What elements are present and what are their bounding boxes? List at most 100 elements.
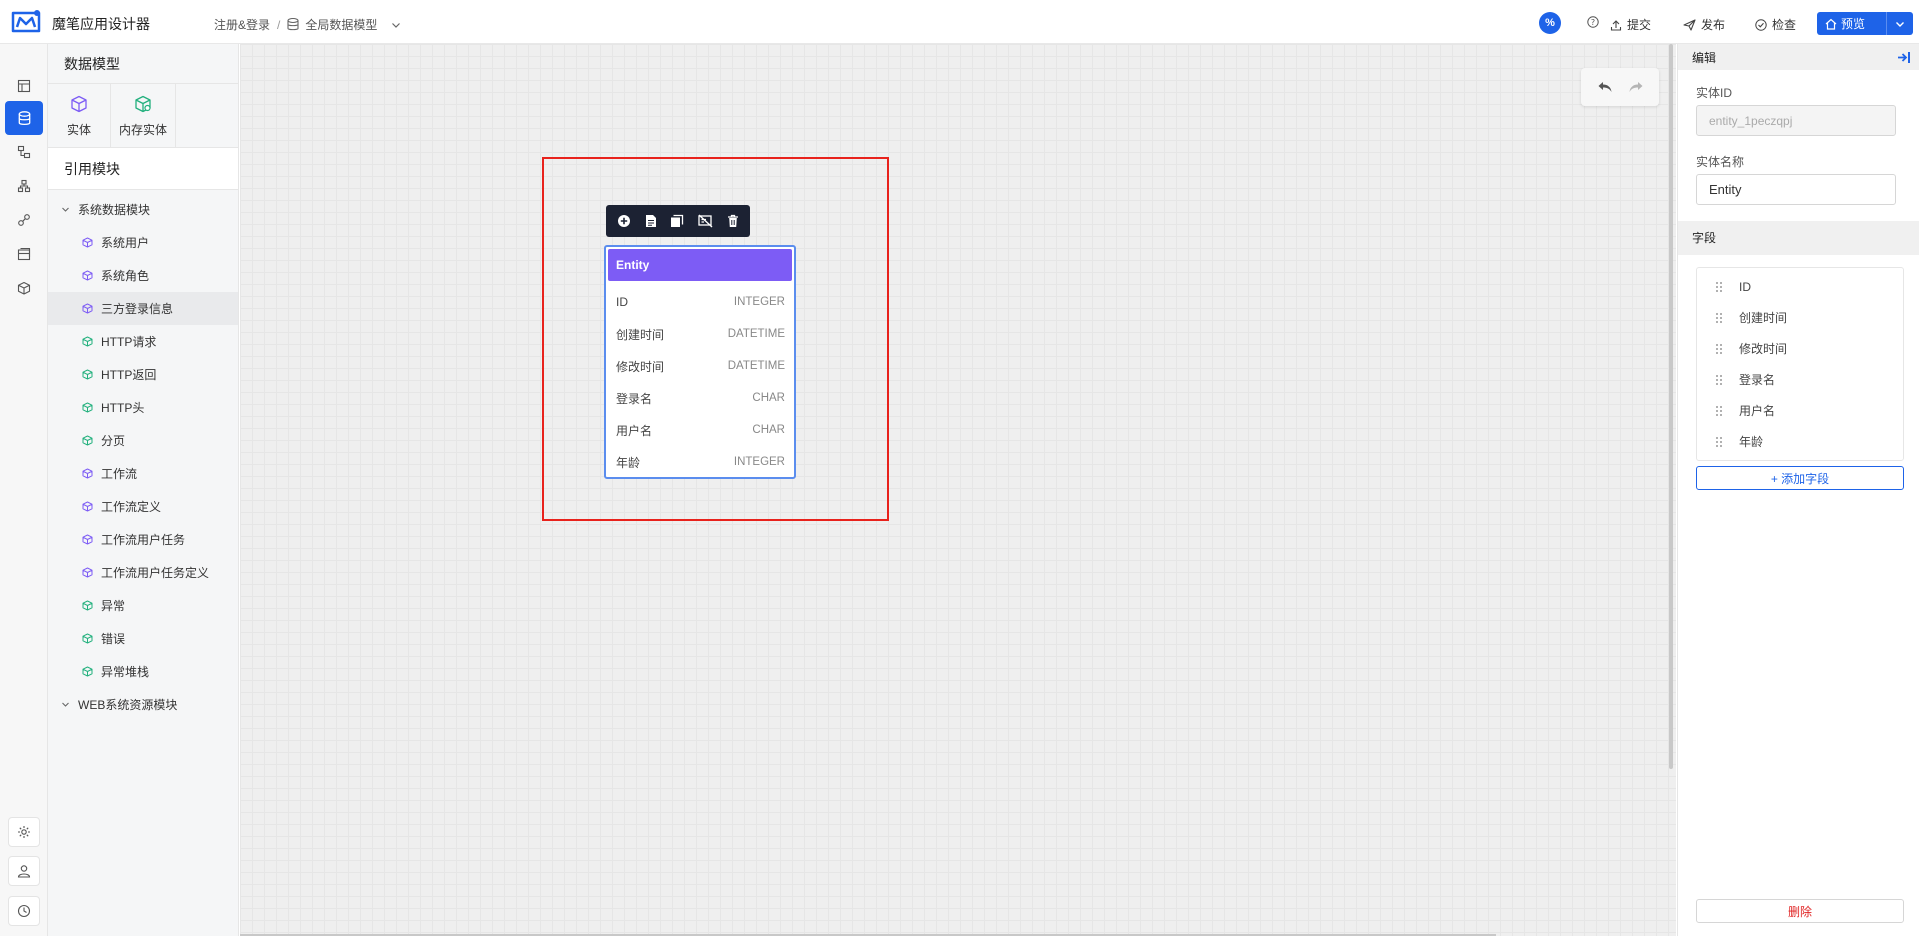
tree-item[interactable]: HTTP请求 <box>48 325 238 358</box>
model-type-row: 实体 内存实体 <box>48 84 238 148</box>
field-list-item[interactable]: 年龄 <box>1697 426 1903 457</box>
entity-field-row[interactable]: 年龄 INTEGER <box>606 446 794 478</box>
tree-group-system-data[interactable]: 系统数据模块 <box>48 193 238 226</box>
rail-hierarchy[interactable] <box>5 171 43 201</box>
field-list-item[interactable]: 用户名 <box>1697 395 1903 426</box>
layout-icon <box>17 79 31 93</box>
tree-item[interactable]: HTTP头 <box>48 391 238 424</box>
chevron-down-icon[interactable] <box>391 20 401 30</box>
app-logo[interactable] <box>10 9 42 35</box>
edit-off-icon[interactable] <box>698 214 713 228</box>
cube-memory-icon <box>82 336 93 347</box>
tree-item-label: HTTP返回 <box>101 368 157 382</box>
svg-text:?: ? <box>1591 18 1595 27</box>
history-controls <box>1581 68 1659 106</box>
delete-entity-button[interactable]: 删除 <box>1696 899 1904 923</box>
entity-field-name: 登录名 <box>616 391 653 406</box>
field-list-item[interactable]: ID <box>1697 271 1903 302</box>
entity-field-row[interactable]: 登录名 CHAR <box>606 382 794 414</box>
tree-item[interactable]: 三方登录信息 <box>48 292 238 325</box>
copy-icon[interactable] <box>670 214 684 228</box>
entity-id-label: 实体ID <box>1696 86 1733 100</box>
tree-item-label: 工作流 <box>101 467 138 481</box>
entity-field-type: DATETIME <box>727 360 785 372</box>
preview-main[interactable]: 预览 <box>1817 12 1887 35</box>
entity-field-row[interactable]: 创建时间 DATETIME <box>606 318 794 350</box>
entity-field-type: INTEGER <box>733 456 785 468</box>
tree-item[interactable]: 分页 <box>48 424 238 457</box>
entity-type-tile[interactable]: 实体 <box>48 84 111 148</box>
tree-item-label: 异常堆栈 <box>101 665 150 679</box>
entity-field-name: 年龄 <box>616 455 641 470</box>
collapse-panel-icon[interactable] <box>1897 51 1911 64</box>
percent-badge[interactable]: % <box>1539 12 1561 34</box>
field-list: ID 创建时间修改时间登录名 用户名 年龄 <box>1696 267 1904 461</box>
publish-button[interactable]: 发布 <box>1683 16 1725 33</box>
drag-handle-icon[interactable] <box>1715 343 1723 355</box>
entity-card-title[interactable]: Entity <box>608 249 792 281</box>
cube-memory-icon <box>82 600 93 611</box>
entity-field-row[interactable]: ID INTEGER <box>606 286 794 318</box>
preview-button[interactable]: 预览 <box>1817 12 1913 35</box>
field-list-item[interactable]: 登录名 <box>1697 364 1903 395</box>
trash-icon[interactable] <box>727 214 739 228</box>
rail-layout[interactable] <box>5 71 43 101</box>
drag-handle-icon[interactable] <box>1715 374 1723 386</box>
tree-item[interactable]: 异常 <box>48 589 238 622</box>
rail-history[interactable] <box>8 896 40 926</box>
field-list-item[interactable]: 创建时间 <box>1697 302 1903 333</box>
rail-settings[interactable] <box>8 817 40 847</box>
cube-memory-icon <box>82 402 93 413</box>
entity-name-label: 实体名称 <box>1696 155 1745 169</box>
entity-name-input[interactable]: Entity <box>1696 174 1896 205</box>
submit-button[interactable]: 提交 <box>1610 16 1651 33</box>
help-icon[interactable]: ? <box>1587 16 1599 28</box>
breadcrumb-current[interactable]: 全局数据模型 <box>305 16 377 33</box>
redo-icon[interactable] <box>1628 80 1644 94</box>
rail-user[interactable] <box>8 856 40 886</box>
cube-icon <box>71 95 87 112</box>
tree-item[interactable]: 工作流定义 <box>48 490 238 523</box>
document-icon[interactable] <box>645 214 657 228</box>
tree-item[interactable]: 系统角色 <box>48 259 238 292</box>
rail-page[interactable] <box>5 239 43 269</box>
drag-handle-icon[interactable] <box>1715 312 1723 324</box>
breadcrumb-project[interactable]: 注册&登录 <box>214 16 270 33</box>
field-list-item[interactable]: 修改时间 <box>1697 333 1903 364</box>
preview-dropdown[interactable] <box>1887 19 1913 29</box>
memory-entity-type-label: 内存实体 <box>118 122 167 137</box>
vertical-scrollbar[interactable] <box>1669 44 1673 769</box>
add-field-button[interactable]: + 添加字段 <box>1696 466 1904 490</box>
tree-item[interactable]: 系统用户 <box>48 226 238 259</box>
entity-field-type: CHAR <box>752 392 785 404</box>
field-list-item-label: ID <box>1739 279 1751 294</box>
rail-flow[interactable] <box>5 137 43 167</box>
rail-link[interactable] <box>5 205 43 235</box>
tree-item-label: 错误 <box>101 632 126 646</box>
rail-cube[interactable] <box>5 273 43 303</box>
tree-item[interactable]: 异常堆栈 <box>48 655 238 688</box>
memory-entity-type-tile[interactable]: 内存实体 <box>111 84 176 148</box>
tree-item[interactable]: 工作流用户任务定义 <box>48 556 238 589</box>
tree-group-web-resources[interactable]: WEB系统资源模块 <box>48 688 238 721</box>
app-title: 魔笔应用设计器 <box>52 16 150 32</box>
undo-icon[interactable] <box>1597 80 1613 94</box>
entity-card[interactable]: Entity ID INTEGER 创建时间 DATETIME 修改时间 DATETIME… <box>604 245 796 479</box>
entity-field-name: 创建时间 <box>616 327 665 342</box>
entity-field-row[interactable]: 用户名 CHAR <box>606 414 794 446</box>
tree-item[interactable]: 工作流 <box>48 457 238 490</box>
chevron-down-icon <box>62 207 69 212</box>
rail-database[interactable] <box>5 101 43 135</box>
tree-item[interactable]: 错误 <box>48 622 238 655</box>
entity-field-row[interactable]: 修改时间 DATETIME <box>606 350 794 382</box>
add-field-icon[interactable] <box>617 214 631 228</box>
tree-item[interactable]: 工作流用户任务 <box>48 523 238 556</box>
drag-handle-icon[interactable] <box>1715 405 1723 417</box>
check-button[interactable]: 检查 <box>1755 16 1796 33</box>
model-canvas[interactable]: Entity ID INTEGER 创建时间 DATETIME 修改时间 DATETIME… <box>240 44 1676 936</box>
drag-handle-icon[interactable] <box>1715 281 1723 293</box>
field-list-item-label: 修改时间 <box>1739 342 1788 356</box>
entity-type-label: 实体 <box>66 122 91 137</box>
tree-item[interactable]: HTTP返回 <box>48 358 238 391</box>
drag-handle-icon[interactable] <box>1715 436 1723 448</box>
